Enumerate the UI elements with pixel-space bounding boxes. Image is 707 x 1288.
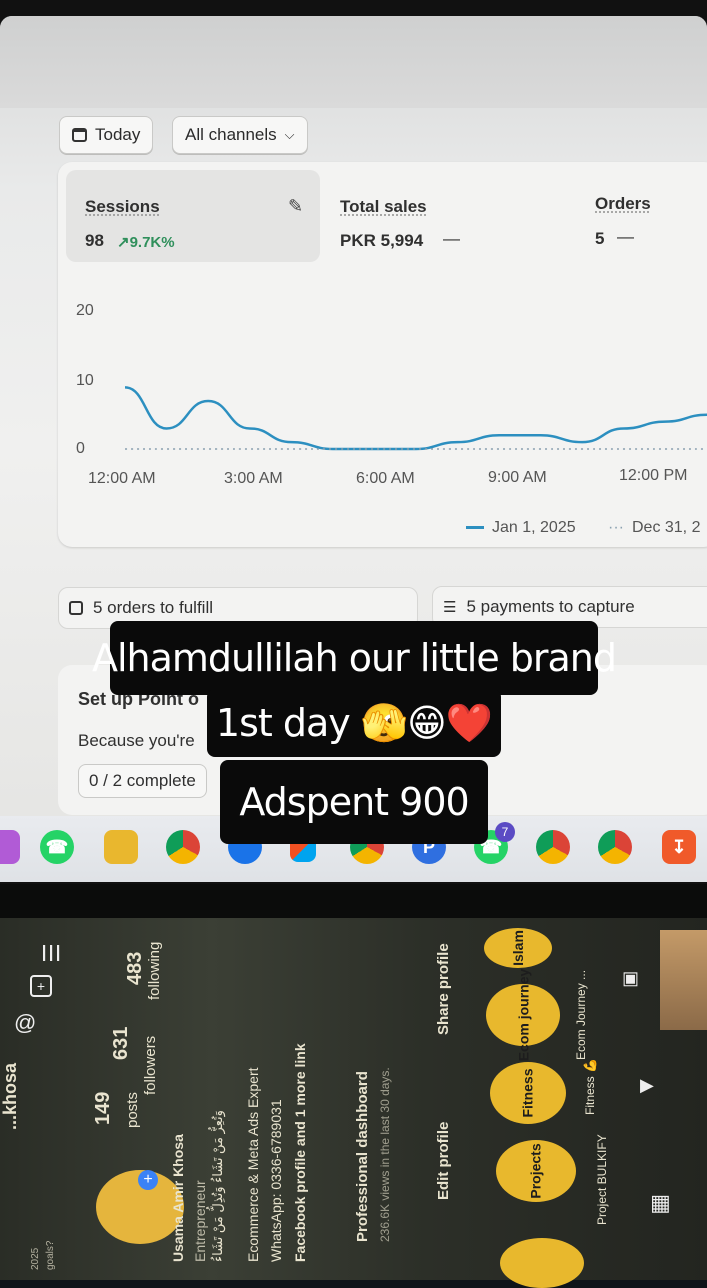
menu-icon[interactable]: ☰ — [37, 943, 63, 963]
legend-swatch-solid — [466, 526, 484, 530]
setup-progress-badge: 0 / 2 complete — [78, 764, 207, 798]
payments-to-capture-label: 5 payments to capture — [466, 597, 635, 616]
profile-link[interactable]: Facebook profile and 1 more link — [292, 1043, 308, 1262]
profile-name: Usama Amir Khosa — [170, 1134, 186, 1262]
share-profile-button[interactable]: Share profile — [435, 943, 452, 1035]
highlight-projects[interactable]: Projects — [496, 1140, 576, 1202]
payment-icon: ☰ — [443, 599, 457, 616]
setup-description: Because you're — [78, 731, 195, 750]
highlight-fitness[interactable]: Fitness — [490, 1062, 566, 1124]
reels-icon[interactable]: ▶ — [640, 1075, 654, 1096]
chrome-icon[interactable] — [598, 830, 632, 864]
legend-label: Jan 1, 2025 — [492, 519, 576, 536]
whatsapp-icon[interactable]: ☎ — [40, 830, 74, 864]
legend-item-comparison: ··· Dec 31, 2 — [608, 519, 700, 537]
grid-icon[interactable]: ▦ — [650, 1190, 671, 1216]
story-text-line2: 1st day 🫣😁❤️ — [207, 689, 501, 757]
x-tick-label: 9:00 AM — [488, 469, 547, 486]
posts-count: 149 — [92, 1091, 114, 1125]
highlight-partial[interactable] — [500, 1238, 584, 1288]
x-tick-label: 12:00 PM — [619, 467, 688, 484]
followers-count[interactable]: 631 — [110, 1027, 133, 1060]
tagged-icon[interactable]: ▣ — [622, 968, 639, 989]
threads-icon[interactable]: @ — [14, 1010, 36, 1036]
phone-bezel — [0, 884, 707, 918]
inbox-icon — [69, 601, 83, 615]
x-tick-label: 3:00 AM — [224, 470, 283, 487]
highlight-islam[interactable]: Islam — [484, 928, 552, 968]
legend-item-current: Jan 1, 2025 — [466, 519, 576, 537]
profile-category: Entrepreneur — [192, 1180, 208, 1262]
highlight-ecom-journey[interactable]: Ecom journey — [486, 969, 560, 1061]
legend-label: Dec 31, 2 — [631, 519, 701, 536]
highlight-caption: Fitness 💪 — [583, 1058, 597, 1115]
highlight-caption: Project BULKIFY — [595, 1134, 609, 1225]
orders-to-fulfill-label: 5 orders to fulfill — [93, 598, 213, 617]
notification-badge: 7 — [495, 822, 515, 842]
legend-swatch-dotted: ··· — [608, 519, 624, 536]
avatar-note-sub: goals? — [45, 1240, 56, 1270]
chrome-icon[interactable] — [166, 830, 200, 864]
edit-profile-button[interactable]: Edit profile — [435, 1122, 452, 1200]
highlight-caption: Ecom Journey ... — [574, 969, 588, 1060]
app-icon[interactable] — [0, 830, 20, 864]
avatar-note-year: 2025 — [30, 1247, 41, 1270]
chrome-icon[interactable] — [536, 830, 570, 864]
following-label[interactable]: following — [146, 942, 163, 1000]
download-icon[interactable]: ↧ — [662, 830, 696, 864]
profile-bio-line: Ecommerce & Meta Ads Expert — [245, 1067, 261, 1262]
professional-dashboard-title[interactable]: Professional dashboard — [354, 1071, 371, 1242]
post-thumbnail[interactable] — [660, 930, 707, 1030]
story-frame: Today All channels ⌵ Sessions ✎ 98 ↗9.7K… — [0, 0, 707, 1288]
followers-label[interactable]: followers — [142, 1036, 159, 1095]
folder-icon[interactable] — [104, 830, 138, 864]
x-tick-label: 12:00 AM — [88, 470, 156, 487]
story-text-line3: Adspent 900 — [220, 760, 488, 844]
setup-progress-label: 0 / 2 complete — [89, 771, 196, 790]
posts-label: posts — [124, 1092, 141, 1128]
profile-whatsapp: WhatsApp: 0336-6789031 — [268, 1099, 284, 1262]
add-post-icon[interactable]: + — [30, 975, 52, 997]
professional-dashboard-sub: 236.6K views in the last 30 days. — [378, 1067, 392, 1242]
x-tick-label: 6:00 AM — [356, 470, 415, 487]
series-line-current — [124, 386, 707, 451]
profile-bio-arabic: وَتُعِزُّ مَنْ تَشَاءُ وَتُذِلُّ مَنْ تَ… — [210, 1110, 225, 1262]
following-count[interactable]: 483 — [124, 952, 147, 985]
profile-username: ...khosa — [0, 1062, 20, 1130]
add-story-icon[interactable]: + — [138, 1170, 158, 1190]
story-text-line1: Alhamdullilah our little brand — [92, 621, 617, 695]
